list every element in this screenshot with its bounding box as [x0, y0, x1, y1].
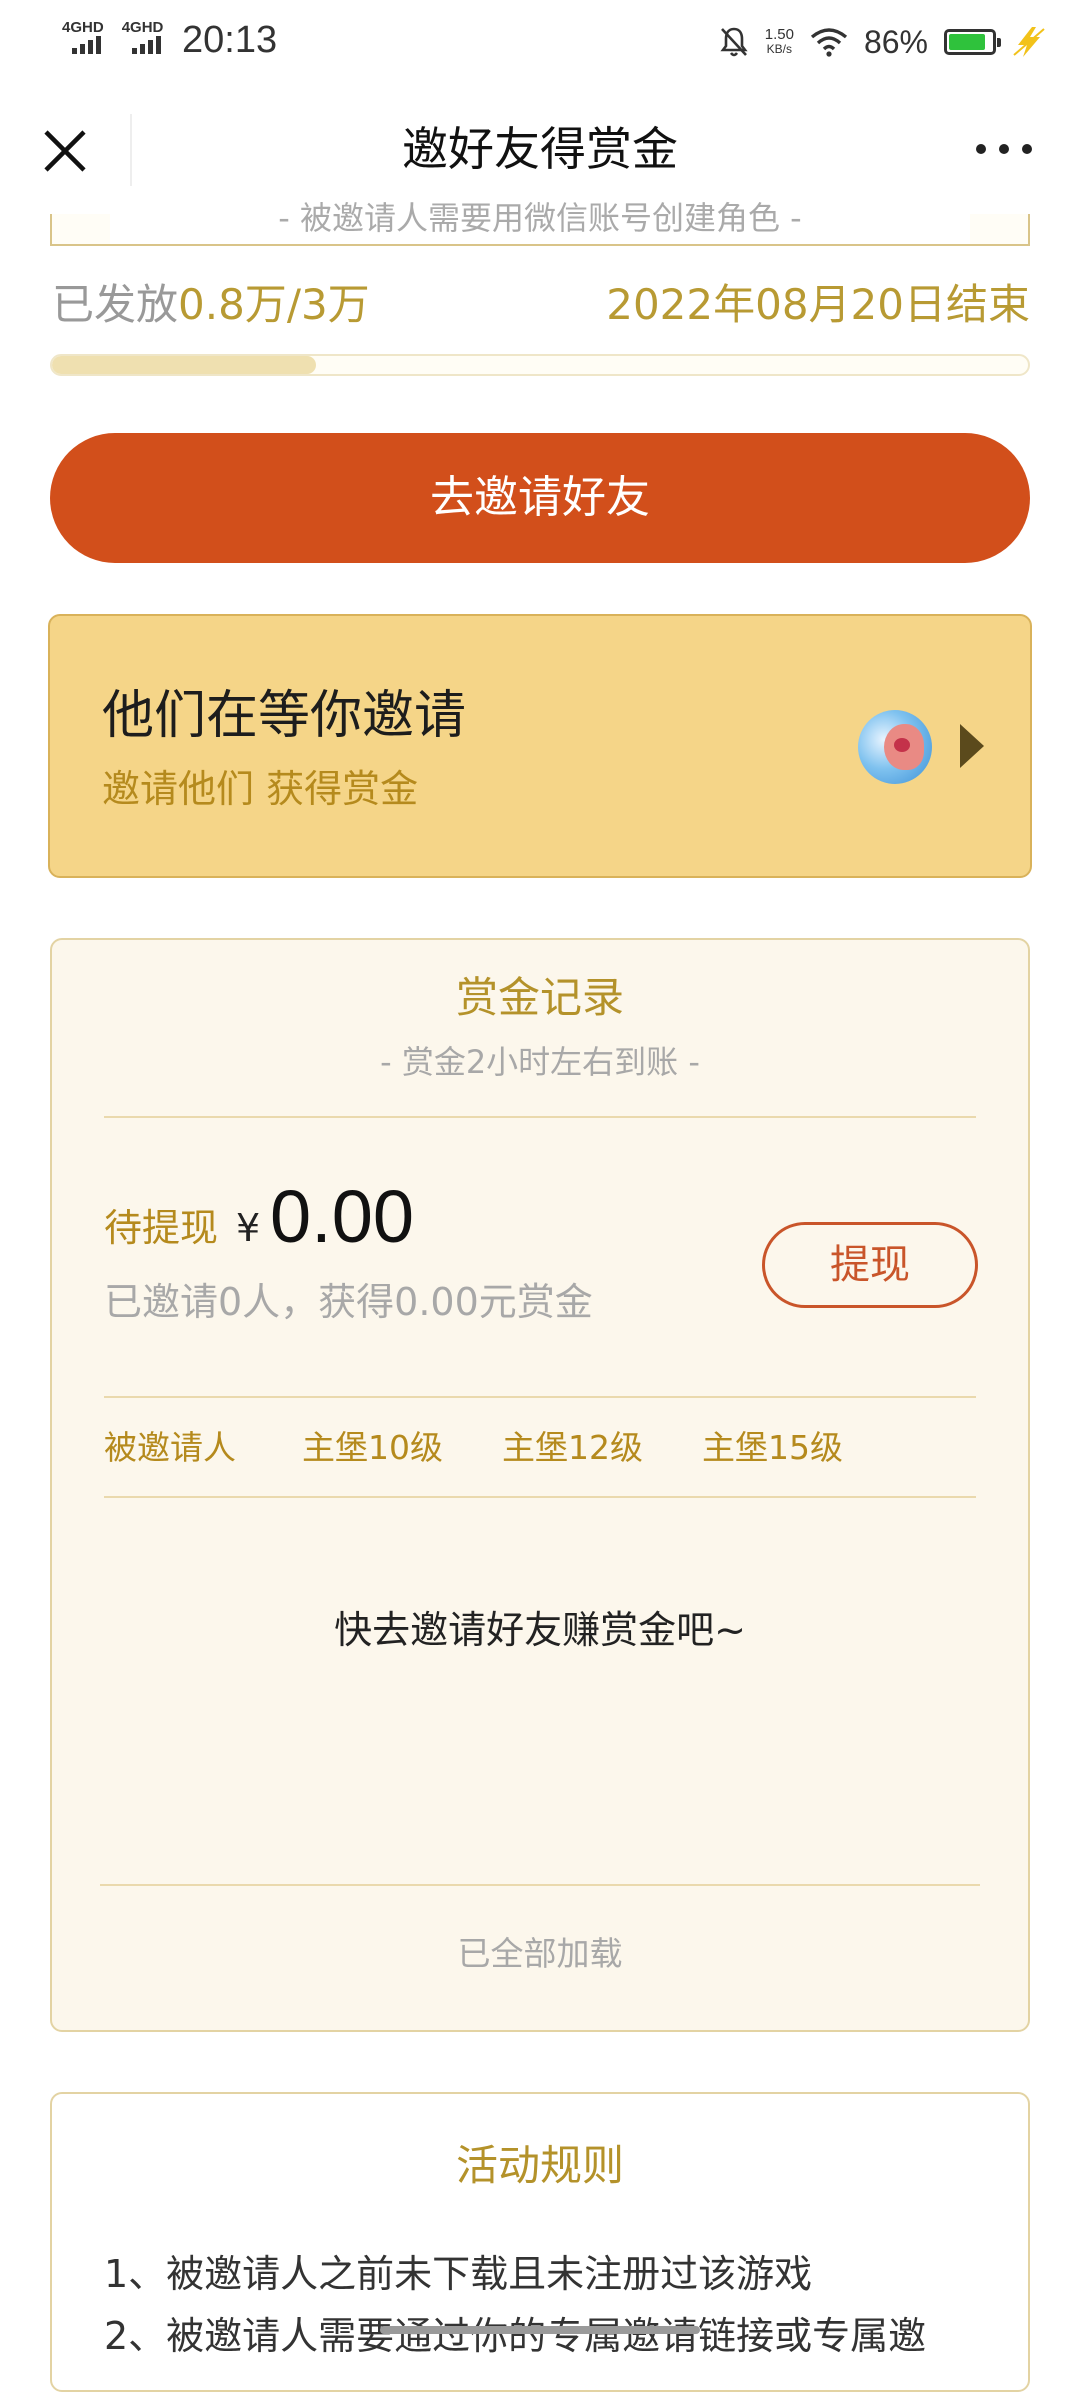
- divider: [100, 1884, 980, 1886]
- rule-item: 2、被邀请人需要通过你的专属邀请链接或专属邀: [104, 2314, 927, 2358]
- gesture-bar[interactable]: [380, 2326, 700, 2334]
- signal-icon: 4GHD: [62, 20, 104, 60]
- pending-amount: 0.00: [270, 1175, 415, 1258]
- rules-title: 活动规则: [455, 2141, 624, 2190]
- pending-withdraw-label: 待提现: [104, 1206, 219, 1250]
- column-header-level12: 主堡12级: [502, 1428, 643, 1467]
- waiting-invite-panel[interactable]: 他们在等你邀请 邀请他们 获得赏金: [48, 614, 1032, 878]
- more-icon[interactable]: [976, 144, 1032, 156]
- mute-icon: [720, 27, 748, 57]
- waiting-subtitle: 邀请他们 获得赏金: [102, 767, 419, 811]
- network-type-2: 4GHD: [121, 19, 164, 36]
- invite-tip-text: - 被邀请人需要用微信账号创建角色 -: [278, 199, 802, 237]
- reward-progress-bar: [50, 354, 1030, 376]
- issued-amount: 已发放0.8万/3万: [52, 276, 370, 334]
- status-time: 20:13: [182, 19, 278, 61]
- currency-symbol: ¥: [236, 1206, 261, 1250]
- column-header-level10: 主堡10级: [302, 1428, 443, 1467]
- issued-value: 0.8万: [178, 280, 287, 329]
- rule-item: 1、被邀请人之前未下载且未注册过该游戏: [104, 2252, 813, 2296]
- invite-friends-button[interactable]: 去邀请好友: [50, 433, 1030, 563]
- column-header-invitee: 被邀请人: [104, 1428, 236, 1467]
- divider: [104, 1496, 976, 1498]
- empty-list-text: 快去邀请好友赚赏金吧~: [334, 1608, 746, 1652]
- net-speed: 1.50 KB/s: [765, 27, 794, 57]
- net-speed-value: 1.50: [764, 26, 794, 43]
- page-title: 邀好友得赏金: [402, 122, 678, 176]
- reward-progress-fill: [52, 356, 316, 374]
- reward-record-card: 赏金记录 - 赏金2小时左右到账 - 待提现 ¥ 0.00 已邀请0人，获得0.…: [50, 938, 1030, 2032]
- withdraw-button[interactable]: 提现: [762, 1222, 978, 1308]
- avatar: [858, 710, 932, 784]
- invite-tip-note: - 被邀请人需要用微信账号创建角色 -: [0, 196, 1080, 238]
- record-title: 赏金记录: [455, 973, 624, 1022]
- net-speed-unit: KB/s: [766, 42, 793, 56]
- all-loaded-text: 已全部加载: [457, 1934, 623, 1973]
- triangle-right-icon[interactable]: [960, 724, 984, 768]
- issued-prefix: 已发放: [52, 280, 179, 329]
- record-subtitle: - 赏金2小时左右到账 -: [380, 1043, 700, 1081]
- signal-icon: 4GHD: [121, 19, 164, 60]
- wifi-icon: [810, 28, 848, 57]
- issued-total: /3万: [286, 280, 370, 329]
- waiting-title: 他们在等你邀请: [102, 686, 467, 746]
- status-right-group: 1.50 KB/s 86%: [719, 18, 1046, 66]
- battery-percent: 86%: [863, 23, 928, 60]
- signal-group: 4GHD 4GHD: [62, 20, 163, 60]
- end-date: 2022年08月20日结束: [606, 280, 1030, 329]
- column-header-level15: 主堡15级: [702, 1428, 843, 1467]
- rules-card: 活动规则 1、被邀请人之前未下载且未注册过该游戏 2、被邀请人需要通过你的专属邀…: [50, 2092, 1030, 2392]
- battery-level-fill: [949, 34, 985, 50]
- divider: [104, 1116, 976, 1118]
- battery-icon: [944, 29, 1001, 55]
- status-bar: 4GHD 4GHD 20:13 1.50 KB/s 86%: [0, 0, 1080, 84]
- network-type-1: 4GHD: [62, 19, 104, 36]
- invited-summary: 已邀请0人，获得0.00元赏金: [104, 1280, 593, 1324]
- nav-bar: 邀好友得赏金: [0, 84, 1080, 214]
- divider: [104, 1396, 976, 1398]
- charging-icon: [1013, 27, 1045, 57]
